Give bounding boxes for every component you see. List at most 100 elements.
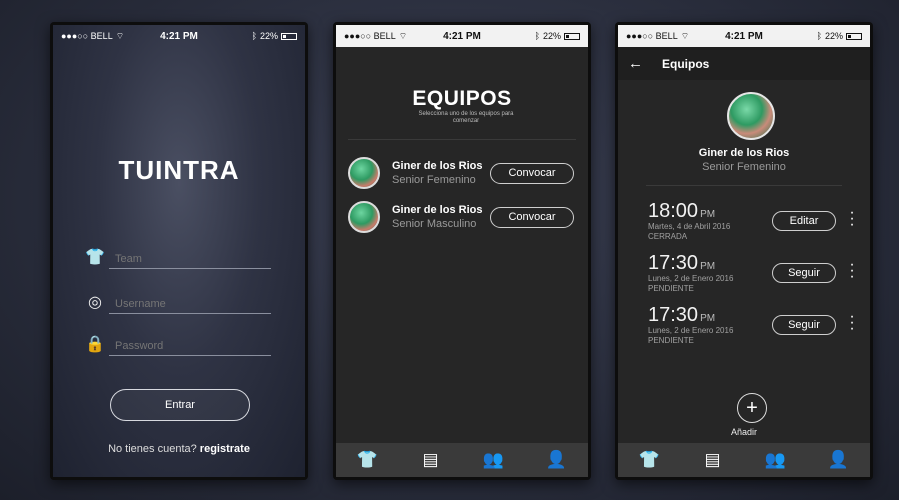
tab-profile[interactable]: 👤 [525, 443, 588, 477]
club-avatar [727, 92, 775, 140]
team-avatar [348, 157, 380, 189]
battery-icon [280, 32, 297, 40]
plus-icon: + [746, 396, 758, 419]
more-options-icon[interactable]: · · · [848, 257, 856, 285]
carrier-label: ●●●○○ BELL [61, 31, 113, 41]
page-subtitle: Selecciona uno de los equipos para comen… [418, 111, 514, 124]
event-status: PENDIENTE [648, 284, 694, 293]
follow-button[interactable]: Seguir [772, 263, 836, 283]
club-category: Senior Femenino [702, 161, 786, 173]
divider [646, 185, 842, 186]
battery-icon [563, 32, 580, 40]
bluetooth-icon: ᛒ [534, 31, 540, 41]
status-bar: ●●●○○ BELL ⌔ 4:21 PM ᛒ 22% [336, 25, 588, 47]
signup-link[interactable]: registrate [200, 443, 250, 455]
jersey-icon: 👕 [85, 249, 105, 266]
tab-bar: 👕 ▤ 👥 👤 [336, 443, 588, 477]
event-item: 17:30 PM Lunes, 2 de Enero 2016 PENDIENTE… [648, 305, 860, 347]
event-item: 17:30 PM Lunes, 2 de Enero 2016 PENDIENTE… [648, 253, 860, 295]
follow-button[interactable]: Seguir [772, 315, 836, 335]
nav-title: Equipos [662, 56, 710, 71]
detail-screen: ●●●○○ BELL ⌔ 4:21 PM ᛒ 22% ← Equipos Giner… [618, 25, 870, 477]
battery-icon [845, 32, 862, 40]
team-name: Giner de los Rios [392, 204, 483, 216]
edit-button[interactable]: Editar [772, 211, 836, 231]
carrier-label: ●●●○○ BELL [344, 31, 396, 41]
carrier-label: ●●●○○ BELL [626, 31, 678, 41]
group-icon: 👥 [764, 450, 787, 469]
event-time: 17:30 [648, 304, 699, 326]
status-bar: ●●●○○ BELL ⌔ 4:21 PM ᛒ 22% [618, 25, 870, 47]
team-input[interactable] [109, 253, 271, 269]
page-title: EQUIPOS [412, 87, 512, 110]
status-bar: ●●●○○ BELL ⌔ 4:21 PM ᛒ 22% [53, 25, 305, 47]
event-item: 18:00 PM Martes, 4 de Abril 2016 CERRADA … [648, 201, 860, 243]
team-field: 👕 [81, 243, 271, 269]
phone-teams: ●●●○○ BELL ⌔ 4:21 PM ᛒ 22% EQUIPOS Selecci… [333, 22, 591, 480]
event-status: CERRADA [648, 232, 688, 241]
team-avatar [348, 201, 380, 233]
club-name: Giner de los Rios [698, 147, 790, 159]
phone-login: ●●●○○ BELL⌔ 4:21 PM ᛒ22% TUINTRA 👕 ◎ 🔒 E… [50, 22, 308, 480]
divider [348, 139, 576, 140]
battery-label: 22% [824, 31, 843, 41]
event-time: 18:00 [648, 200, 699, 222]
team-text: Giner de los Rios Senior Masculino [392, 203, 490, 231]
teams-screen: ●●●○○ BELL ⌔ 4:21 PM ᛒ 22% EQUIPOS Selecci… [336, 25, 588, 477]
status-time: 4:21 PM [160, 30, 198, 42]
event-ampm: PM [700, 313, 716, 324]
event-status: PENDIENTE [648, 336, 694, 345]
wifi-icon: ⌔ [115, 30, 125, 41]
username-input[interactable] [109, 298, 271, 314]
jersey-icon: 👕 [356, 450, 379, 469]
event-ampm: PM [700, 261, 716, 272]
team-list-item[interactable]: Giner de los Rios Senior Masculino Convo… [348, 199, 574, 235]
clipboard-icon: ▤ [704, 450, 721, 469]
jersey-icon: 👕 [638, 450, 661, 469]
wifi-icon: ⌔ [680, 30, 690, 41]
lock-icon: 🔒 [85, 336, 105, 353]
password-field: 🔒 [81, 330, 271, 356]
wifi-icon: ⌔ [398, 30, 408, 41]
tab-players[interactable]: 👥 [462, 443, 525, 477]
tab-roster[interactable]: ▤ [399, 443, 462, 477]
tab-roster[interactable]: ▤ [681, 443, 744, 477]
person-icon: 👤 [545, 450, 568, 469]
back-arrow-icon[interactable]: ← [628, 55, 658, 72]
signup-prompt: No tienes cuenta? registrate [53, 443, 305, 455]
app-logo: TUINTRA [118, 155, 240, 185]
tab-team[interactable]: 👕 [618, 443, 681, 477]
more-options-icon[interactable]: · · · [848, 205, 856, 233]
signup-text: No tienes cuenta? [108, 443, 197, 455]
team-name: Giner de los Rios [392, 160, 483, 172]
group-icon: 👥 [482, 450, 505, 469]
convocar-button[interactable]: Convocar [490, 162, 574, 184]
team-text: Giner de los Rios Senior Femenino [392, 159, 490, 187]
team-list-item[interactable]: Giner de los Rios Senior Femenino Convoc… [348, 155, 574, 191]
tab-bar: 👕 ▤ 👥 👤 [618, 443, 870, 477]
login-screen: ●●●○○ BELL⌔ 4:21 PM ᛒ22% TUINTRA 👕 ◎ 🔒 E… [53, 25, 305, 477]
nav-bar: ← Equipos [618, 47, 870, 80]
tab-team[interactable]: 👕 [336, 443, 399, 477]
add-label: Añadir [730, 427, 757, 437]
bluetooth-icon: ᛒ [251, 31, 257, 41]
clipboard-icon: ▤ [422, 450, 439, 469]
username-field: ◎ [81, 288, 271, 314]
phone-detail: ●●●○○ BELL ⌔ 4:21 PM ᛒ 22% ← Equipos Giner… [615, 22, 873, 480]
password-input[interactable] [109, 340, 271, 356]
tab-profile[interactable]: 👤 [807, 443, 870, 477]
battery-label: 22% [542, 31, 561, 41]
team-category: Senior Masculino [392, 218, 477, 230]
event-ampm: PM [700, 209, 716, 220]
tab-players[interactable]: 👥 [744, 443, 807, 477]
person-icon: 👤 [827, 450, 850, 469]
event-time: 17:30 [648, 252, 699, 274]
convocar-button[interactable]: Convocar [490, 206, 574, 228]
enter-button[interactable]: Entrar [110, 389, 250, 421]
more-options-icon[interactable]: · · · [848, 309, 856, 337]
team-category: Senior Femenino [392, 174, 476, 186]
add-button[interactable]: + [737, 393, 767, 423]
bluetooth-icon: ᛒ [816, 31, 822, 41]
battery-label: 22% [259, 31, 278, 41]
status-time: 4:21 PM [725, 30, 763, 42]
